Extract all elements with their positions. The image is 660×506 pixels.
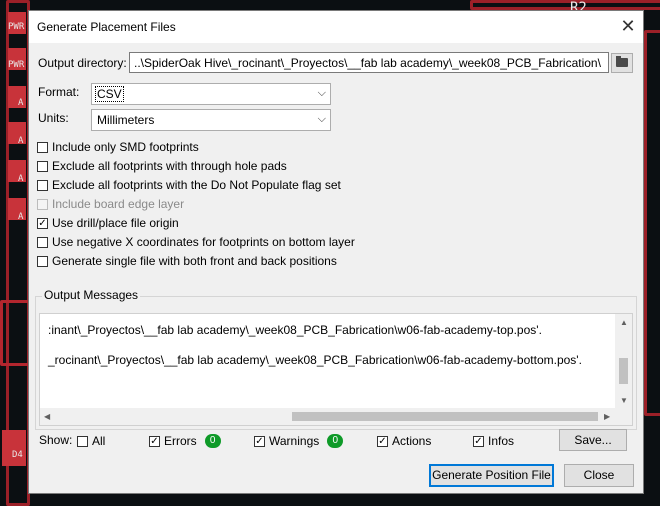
warnings-count-badge: 0 xyxy=(327,434,344,448)
option-label: Use drill/place file origin xyxy=(52,216,179,230)
horizontal-scroll-thumb[interactable] xyxy=(292,412,598,421)
checkbox[interactable] xyxy=(254,435,265,447)
scroll-up-icon[interactable]: ▲ xyxy=(620,318,628,327)
checkbox[interactable] xyxy=(37,255,48,267)
checkbox[interactable] xyxy=(149,435,160,447)
filter-errors-label: Errors xyxy=(164,434,197,448)
option-checkbox: Include board edge layer xyxy=(37,196,184,212)
filter-warnings-label: Warnings xyxy=(269,434,320,448)
checkbox xyxy=(37,198,48,210)
pcb-label: PWR xyxy=(8,22,25,32)
checkbox[interactable] xyxy=(473,435,484,447)
option-label: Exclude all footprints with through hole… xyxy=(52,159,287,173)
option-checkbox[interactable]: Use drill/place file origin xyxy=(37,215,179,231)
output-directory-input[interactable]: ..\SpiderOak Hive\_rocinant\_Proyectos\_… xyxy=(129,52,609,73)
vertical-scroll-thumb[interactable] xyxy=(619,358,628,384)
chevron-down-icon: ⌵ xyxy=(317,113,326,125)
format-label: Format: xyxy=(38,85,80,99)
scroll-corner xyxy=(615,408,632,425)
units-value: Millimeters xyxy=(97,113,155,127)
filter-all-label: All xyxy=(92,434,106,448)
checkbox[interactable] xyxy=(377,435,388,447)
option-label: Use negative X coordinates for footprint… xyxy=(52,235,355,249)
horizontal-scrollbar[interactable]: ◀ ▶ xyxy=(40,408,617,425)
errors-count-badge: 0 xyxy=(204,434,221,448)
checkbox[interactable] xyxy=(37,236,48,248)
filter-infos-label: Infos xyxy=(488,434,515,448)
pcb-label: A xyxy=(18,136,24,146)
show-label: Show: xyxy=(39,433,73,447)
generate-placement-files-dialog: Generate Placement Files ✕ Output direct… xyxy=(28,10,644,494)
checkbox[interactable] xyxy=(37,217,48,229)
message-line: _rocinant\_Proyectos\__fab lab academy\_… xyxy=(48,353,582,367)
chevron-down-icon: ⌵ xyxy=(317,87,326,99)
output-messages-box[interactable]: :inant\_Proyectos\__fab lab academy\_wee… xyxy=(39,313,633,426)
dialog-title: Generate Placement Files xyxy=(37,20,176,34)
units-label: Units: xyxy=(38,111,69,125)
format-value: CSV xyxy=(95,86,124,102)
checkbox[interactable] xyxy=(77,435,88,447)
pcb-label: A xyxy=(18,212,24,222)
checkbox[interactable] xyxy=(37,141,48,153)
filter-warnings-checkbox[interactable]: Warnings 0 xyxy=(254,433,344,449)
vertical-scrollbar[interactable]: ▲ ▼ xyxy=(615,314,632,408)
option-label: Include only SMD footprints xyxy=(52,140,199,154)
pcb-trace xyxy=(470,0,660,10)
output-messages-title: Output Messages xyxy=(42,288,141,302)
filter-errors-checkbox[interactable]: Errors 0 xyxy=(149,433,221,449)
units-select[interactable]: Millimeters ⌵ xyxy=(91,109,331,131)
save-messages-button[interactable]: Save... xyxy=(559,429,627,451)
option-checkbox[interactable]: Use negative X coordinates for footprint… xyxy=(37,234,355,250)
filter-actions-label: Actions xyxy=(392,434,432,448)
pcb-label: PWR xyxy=(8,60,25,70)
browse-folder-button[interactable] xyxy=(611,53,633,73)
format-select[interactable]: CSV ⌵ xyxy=(91,83,331,105)
output-messages-group: Output Messages :inant\_Proyectos\__fab … xyxy=(35,288,637,430)
option-label: Include board edge layer xyxy=(52,197,185,211)
option-checkbox[interactable]: Exclude all footprints with through hole… xyxy=(37,158,287,174)
checkbox[interactable] xyxy=(37,179,48,191)
option-label: Generate single file with both front and… xyxy=(52,254,337,268)
pcb-pad xyxy=(2,430,26,466)
option-checkbox[interactable]: Include only SMD footprints xyxy=(37,139,199,155)
option-checkbox[interactable]: Generate single file with both front and… xyxy=(37,253,337,269)
pcb-trace xyxy=(644,30,660,416)
output-directory-label: Output directory: xyxy=(38,56,127,70)
option-checkbox[interactable]: Exclude all footprints with the Do Not P… xyxy=(37,177,341,193)
pcb-label: A xyxy=(18,98,24,108)
generate-position-file-button[interactable]: Generate Position File xyxy=(429,464,554,487)
checkbox[interactable] xyxy=(37,160,48,172)
scroll-right-icon[interactable]: ▶ xyxy=(604,412,610,421)
option-label: Exclude all footprints with the Do Not P… xyxy=(52,178,341,192)
pcb-label: D4 xyxy=(12,450,23,460)
filter-all-checkbox[interactable]: All xyxy=(77,433,105,449)
close-icon[interactable]: ✕ xyxy=(613,11,643,41)
message-line: :inant\_Proyectos\__fab lab academy\_wee… xyxy=(48,323,542,337)
filter-infos-checkbox[interactable]: Infos xyxy=(473,433,514,449)
close-button[interactable]: Close xyxy=(564,464,634,487)
filter-actions-checkbox[interactable]: Actions xyxy=(377,433,431,449)
folder-icon xyxy=(616,56,628,67)
scroll-down-icon[interactable]: ▼ xyxy=(620,396,628,405)
pcb-label: A xyxy=(18,174,24,184)
title-bar: Generate Placement Files ✕ xyxy=(29,11,643,43)
scroll-left-icon[interactable]: ◀ xyxy=(44,412,50,421)
message-filter-row: Show: All Errors 0 Warnings 0 Actions In… xyxy=(29,429,645,451)
